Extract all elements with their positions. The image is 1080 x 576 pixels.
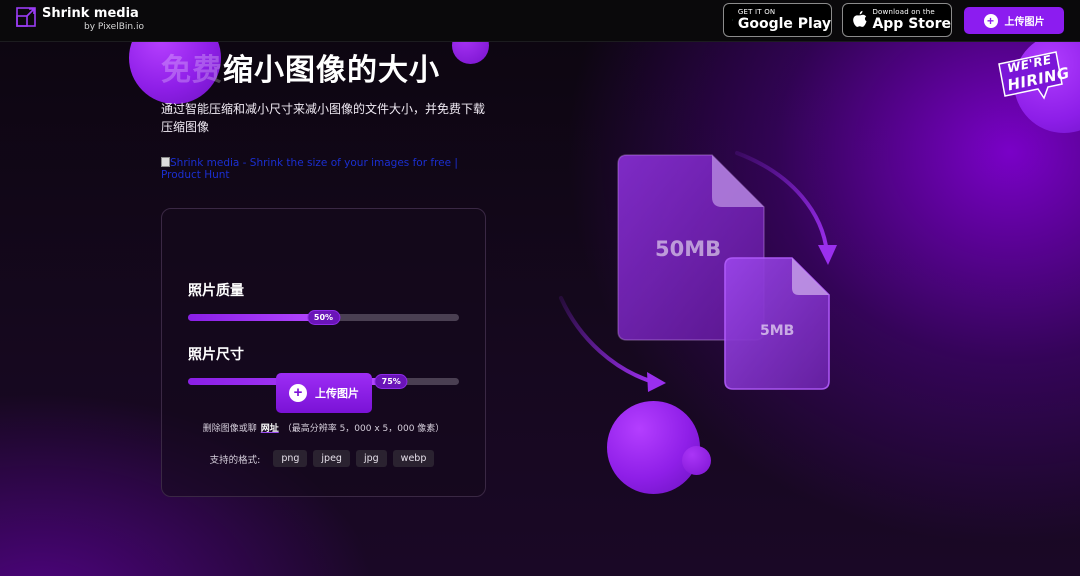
quality-slider[interactable]: 50% — [188, 311, 459, 324]
upload-image-button[interactable]: + 上传图片 — [276, 373, 372, 413]
compression-illustration: 50MB 5MB — [555, 145, 845, 405]
plus-icon: + — [983, 13, 998, 28]
brand-name: Shrink media — [42, 6, 139, 21]
size-label: 照片尺寸 — [188, 347, 244, 363]
google-play-button[interactable]: GET IT ON Google Play — [723, 3, 832, 37]
broken-image-icon — [161, 157, 170, 167]
url-prefix: 删除图像或聊 — [202, 424, 257, 434]
hiring-badge[interactable]: WE'RE HIRING — [996, 50, 1071, 104]
google-play-icon — [732, 19, 733, 21]
google-play-small: GET IT ON — [737, 8, 776, 16]
format-chip: webp — [392, 450, 435, 467]
big-file-size: 50MB — [655, 237, 722, 261]
decorative-circle — [682, 446, 711, 475]
compress-options-card: 照片质量 50% 照片尺寸 75% + 上传图片 删除图像或聊 网址 （最高分辨率 … — [161, 208, 486, 497]
product-hunt-badge[interactable]: Shrink media - Shrink the size of your i… — [161, 157, 491, 181]
app-store-big: App Store — [872, 16, 951, 32]
upload-label: 上传图片 — [315, 388, 359, 400]
shrink-logo-icon — [16, 7, 36, 27]
quality-slider-fill — [188, 314, 324, 321]
url-suffix: （最高分辨率 5，000 x 5，000 像素） — [282, 424, 445, 434]
google-play-big: Google Play — [737, 16, 831, 32]
title-main-part: 缩小图像的大小 — [223, 53, 440, 88]
decorative-circle — [607, 401, 700, 494]
format-chip: jpeg — [313, 450, 350, 467]
brand[interactable]: Shrink media by PixelBin.io — [16, 6, 144, 33]
page-title: 免费缩小图像的大小 — [161, 51, 440, 91]
top-header: Shrink media by PixelBin.io GET IT ON Go… — [0, 0, 1080, 42]
quality-slider-thumb[interactable]: 50% — [307, 311, 340, 324]
page-subtitle: 通过智能压缩和减小尺寸来减小图像的文件大小，并免费下载压缩图像 — [161, 102, 486, 134]
app-store-small: Download on the — [872, 8, 935, 16]
quality-label: 照片质量 — [188, 283, 244, 299]
small-file-size: 5MB — [760, 323, 795, 339]
size-slider-thumb[interactable]: 75% — [375, 375, 407, 388]
supported-formats: 支持的格式: png jpeg jpg webp — [162, 450, 485, 467]
upload-label: 上传图片 — [1004, 17, 1045, 28]
file-shrink-graphic — [559, 151, 837, 392]
upload-image-button-header[interactable]: + 上传图片 — [964, 7, 1064, 34]
title-dim-part: 免费 — [161, 53, 223, 88]
apple-icon — [853, 10, 867, 27]
format-chip: png — [273, 450, 308, 467]
brand-sub: by PixelBin.io — [84, 22, 144, 32]
formats-label: 支持的格式: — [209, 454, 261, 466]
plus-icon: + — [289, 384, 307, 402]
format-chip: jpg — [355, 450, 387, 467]
product-hunt-alt-text: Shrink media - Shrink the size of your i… — [161, 157, 458, 181]
app-store-button[interactable]: Download on the App Store — [842, 3, 952, 37]
url-hint: 删除图像或聊 网址 （最高分辨率 5，000 x 5，000 像素） — [162, 421, 485, 434]
url-link[interactable]: 网址 — [261, 424, 279, 434]
